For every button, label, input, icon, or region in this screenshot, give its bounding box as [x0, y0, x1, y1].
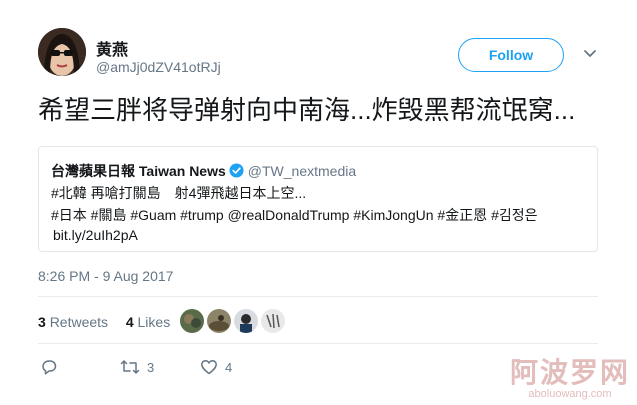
liker-avatar[interactable]	[207, 309, 231, 333]
liker-avatar[interactable]	[261, 309, 285, 333]
retweet-button[interactable]: 3	[120, 358, 154, 376]
display-name[interactable]: 黄燕	[96, 36, 128, 60]
like-action-count: 4	[225, 359, 233, 375]
heart-icon	[200, 358, 218, 376]
divider	[38, 343, 598, 344]
reply-button[interactable]	[40, 358, 58, 376]
likes-label[interactable]: Likes	[138, 314, 171, 330]
quoted-tweet-header: 台灣蘋果日報 Taiwan News @TW_nextmedia	[51, 161, 356, 181]
reply-icon	[40, 358, 58, 376]
likers-avatars	[180, 309, 285, 333]
liker-avatar[interactable]	[180, 309, 204, 333]
chevron-down-icon[interactable]	[582, 46, 598, 62]
watermark: 阿波罗网 aboluowang.com	[508, 357, 632, 401]
avatar-image	[38, 28, 86, 76]
tweet-text: 希望三胖将导弹射向中南海...炸毁黑帮流氓窝...	[38, 95, 576, 125]
quoted-tweet[interactable]: 台灣蘋果日報 Taiwan News @TW_nextmedia #北韓 再嗆打關…	[38, 146, 598, 252]
verified-badge-icon	[229, 163, 244, 181]
liker-avatar[interactable]	[234, 309, 258, 333]
retweet-action-count: 3	[147, 359, 155, 375]
likes-count[interactable]: 4	[126, 314, 134, 330]
follow-button[interactable]: Follow	[458, 38, 564, 72]
tweet-stats: 3 Retweets 4 Likes	[38, 314, 170, 330]
quoted-tweet-link[interactable]: bit.ly/2uIh2pA	[53, 227, 138, 243]
tweet-timestamp[interactable]: 8:26 PM - 9 Aug 2017	[38, 268, 173, 284]
quoted-tweet-line1: #北韓 再嗆打關島 射4彈飛越日本上空...	[51, 185, 307, 201]
retweets-label[interactable]: Retweets	[50, 314, 108, 330]
user-avatar[interactable]	[38, 28, 86, 76]
quoted-tweet-name: 台灣蘋果日報 Taiwan News	[51, 163, 226, 179]
watermark-text: 阿波罗网	[509, 357, 630, 388]
divider	[38, 296, 598, 297]
like-button[interactable]: 4	[200, 358, 232, 376]
quoted-tweet-line2: #日本 #關島 #Guam #trump @realDonaldTrump #K…	[51, 207, 538, 223]
user-handle[interactable]: @amJj0dZV41otRJj	[96, 59, 221, 75]
tweet-card: 黄燕 @amJj0dZV41otRJj Follow 希望三胖将导弹射向中南海.…	[0, 0, 637, 405]
quoted-tweet-handle: @TW_nextmedia	[247, 163, 357, 179]
retweet-icon	[120, 358, 140, 376]
watermark-url: aboluowang.com	[528, 388, 612, 400]
retweets-count[interactable]: 3	[38, 314, 46, 330]
